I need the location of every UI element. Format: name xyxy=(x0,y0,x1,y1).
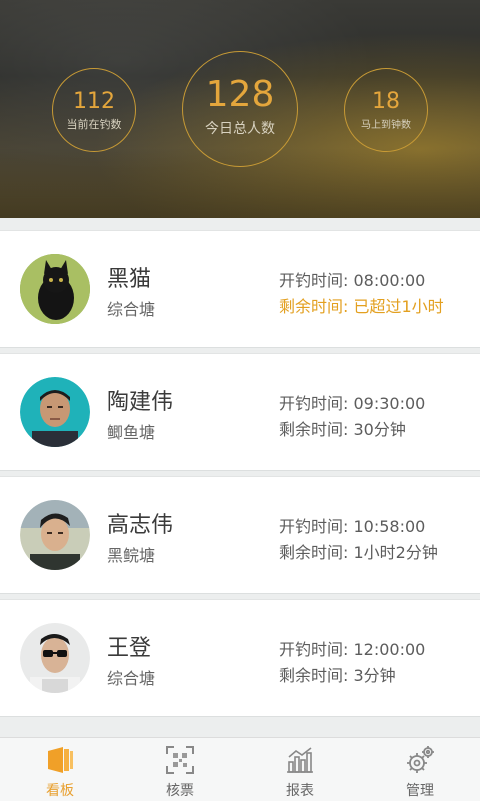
start-time-row: 开钓时间: 09:30:00 xyxy=(279,390,425,414)
current-fishing-count: 112 xyxy=(73,89,115,114)
tab-dashboard[interactable]: 看板 xyxy=(0,738,120,801)
due-soon-label: 马上到钟数 xyxy=(361,120,411,131)
avatar xyxy=(20,500,90,570)
remaining-time-value: 已超过1小时 xyxy=(353,297,444,316)
due-soon-count: 18 xyxy=(372,89,400,114)
angler-card[interactable]: 王登 综合塘 开钓时间: 12:00:00 剩余时间: 3分钟 xyxy=(0,599,480,717)
current-fishing-label: 当前在钓数 xyxy=(66,118,122,131)
angler-name: 陶建伟 xyxy=(107,390,174,415)
angler-name: 高志伟 xyxy=(107,513,174,538)
pond-name: 综合塘 xyxy=(107,669,156,688)
dashboard-icon xyxy=(45,745,75,775)
start-time-value: 10:58:00 xyxy=(353,517,426,536)
remaining-time-label: 剩余时间: xyxy=(279,297,349,316)
angler-name: 王登 xyxy=(107,636,152,661)
today-total-count: 128 xyxy=(205,74,275,115)
tab-ticket-check-label: 核票 xyxy=(166,783,194,799)
angler-card[interactable]: 陶建伟 鲫鱼塘 开钓时间: 09:30:00 剩余时间: 30分钟 xyxy=(0,353,480,471)
qr-scan-icon xyxy=(165,745,195,775)
remaining-time-row: 剩余时间: 30分钟 xyxy=(279,416,406,440)
pond-name: 鲫鱼塘 xyxy=(107,423,156,442)
start-time-label: 开钓时间: xyxy=(279,394,349,413)
angler-name: 黑猫 xyxy=(107,267,152,292)
today-total-label: 今日总人数 xyxy=(205,121,275,137)
today-total-stat: 128 今日总人数 xyxy=(182,51,298,167)
avatar xyxy=(20,254,90,324)
avatar xyxy=(20,623,90,693)
remaining-time-label: 剩余时间: xyxy=(279,666,349,685)
tab-reports-label: 报表 xyxy=(286,783,314,799)
bar-chart-icon xyxy=(285,745,315,775)
start-time-value: 12:00:00 xyxy=(353,640,426,659)
tab-reports[interactable]: 报表 xyxy=(240,738,360,801)
start-time-label: 开钓时间: xyxy=(279,517,349,536)
bottom-tab-bar: 看板 核票 报表 管理 xyxy=(0,737,480,801)
due-soon-stat: 18 马上到钟数 xyxy=(344,68,428,152)
avatar xyxy=(20,377,90,447)
remaining-time-value: 30分钟 xyxy=(353,420,406,439)
pond-name: 黑鲩塘 xyxy=(107,546,156,565)
gears-icon xyxy=(405,745,435,775)
start-time-row: 开钓时间: 08:00:00 xyxy=(279,267,425,291)
remaining-time-row: 剩余时间: 1小时2分钟 xyxy=(279,539,438,563)
angler-card[interactable]: 黑猫 综合塘 开钓时间: 08:00:00 剩余时间: 已超过1小时 xyxy=(0,230,480,348)
start-time-row: 开钓时间: 10:58:00 xyxy=(279,513,425,537)
remaining-time-label: 剩余时间: xyxy=(279,420,349,439)
remaining-time-label: 剩余时间: xyxy=(279,543,349,562)
start-time-label: 开钓时间: xyxy=(279,640,349,659)
header-banner: 112 当前在钓数 128 今日总人数 18 马上到钟数 xyxy=(0,0,480,218)
pond-name: 综合塘 xyxy=(107,300,156,319)
tab-dashboard-label: 看板 xyxy=(46,783,74,799)
start-time-label: 开钓时间: xyxy=(279,271,349,290)
tab-manage-label: 管理 xyxy=(406,783,434,799)
remaining-time-value: 1小时2分钟 xyxy=(353,543,438,562)
remaining-time-value: 3分钟 xyxy=(353,666,396,685)
start-time-row: 开钓时间: 12:00:00 xyxy=(279,636,425,660)
start-time-value: 08:00:00 xyxy=(353,271,426,290)
tab-ticket-check[interactable]: 核票 xyxy=(120,738,240,801)
start-time-value: 09:30:00 xyxy=(353,394,426,413)
remaining-time-row: 剩余时间: 已超过1小时 xyxy=(279,293,444,317)
angler-card[interactable]: 高志伟 黑鲩塘 开钓时间: 10:58:00 剩余时间: 1小时2分钟 xyxy=(0,476,480,594)
remaining-time-row: 剩余时间: 3分钟 xyxy=(279,662,396,686)
current-fishing-stat: 112 当前在钓数 xyxy=(52,68,136,152)
tab-manage[interactable]: 管理 xyxy=(360,738,480,801)
